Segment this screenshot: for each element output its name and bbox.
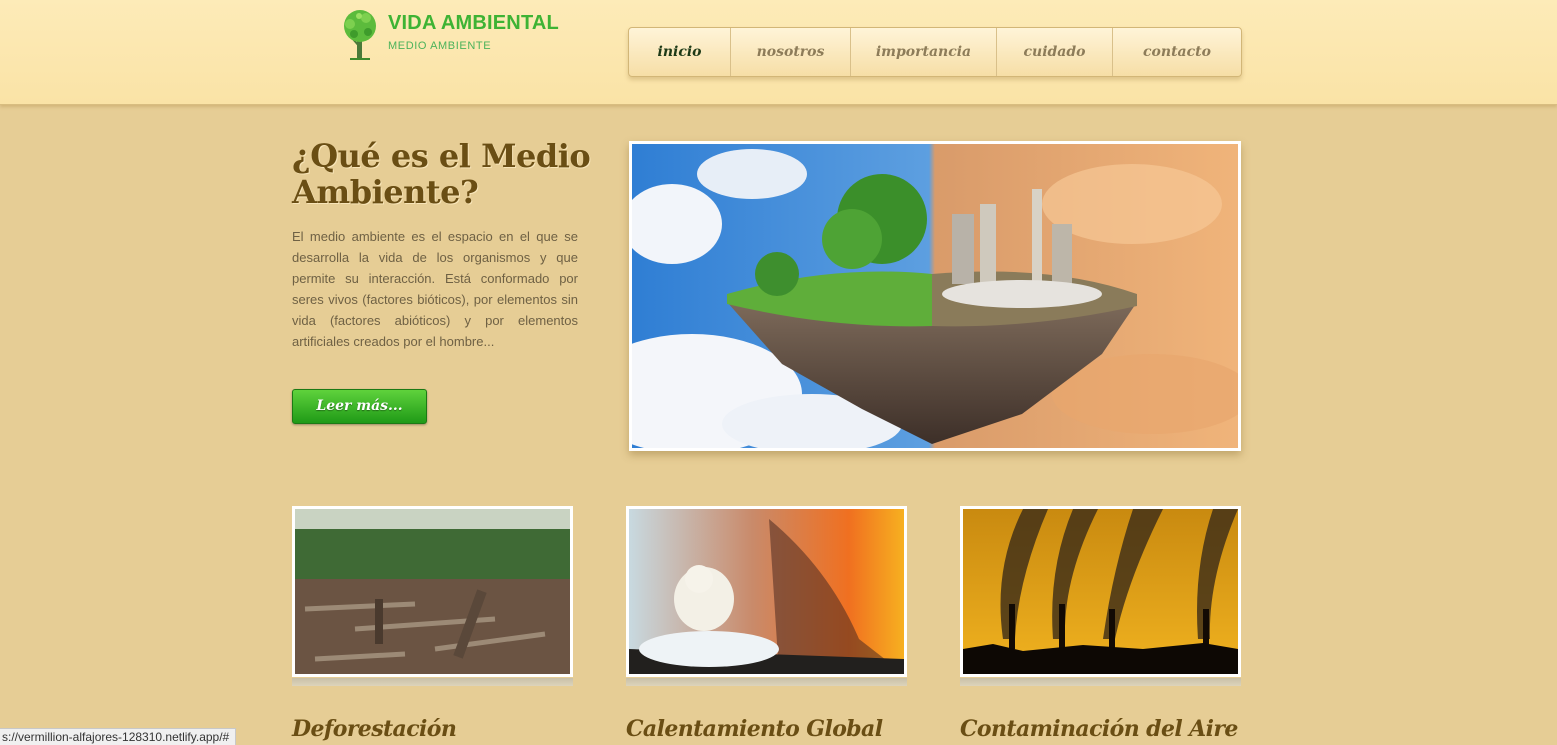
hero-description: El medio ambiente es el espacio en el qu… bbox=[292, 229, 578, 349]
read-more-button[interactable]: Leer más... bbox=[292, 389, 427, 424]
card-title-global-warming[interactable]: Calentamiento Global bbox=[626, 716, 946, 742]
factory-smoke-image[interactable] bbox=[960, 506, 1241, 677]
status-bar-url: s://vermillion-alfajores-128310.netlify.… bbox=[0, 728, 237, 745]
nav-item-importancia[interactable]: importancia bbox=[851, 28, 997, 76]
nav-item-contacto[interactable]: contacto bbox=[1113, 28, 1241, 76]
polar-bear-global-warming-image[interactable] bbox=[626, 506, 907, 677]
nav-item-nosotros[interactable]: nosotros bbox=[731, 28, 851, 76]
card-title-deforestation[interactable]: Deforestación bbox=[292, 716, 612, 742]
card-shadow bbox=[960, 678, 1241, 686]
tree-icon bbox=[344, 10, 376, 60]
brand-subtitle: MEDIO AMBIENTE bbox=[388, 40, 492, 52]
brand-title: VIDA AMBIENTAL bbox=[388, 12, 559, 34]
card-shadow bbox=[626, 678, 907, 686]
hero-image bbox=[629, 141, 1241, 451]
card-title-air-pollution[interactable]: Contaminación del Aire bbox=[960, 716, 1280, 742]
hero-title: ¿Qué es el Medio Ambiente? bbox=[292, 137, 591, 211]
card-shadow bbox=[292, 678, 573, 686]
logo[interactable]: VIDA AMBIENTAL MEDIO AMBIENTE bbox=[336, 8, 576, 64]
deforestation-image[interactable] bbox=[292, 506, 573, 677]
site-header: VIDA AMBIENTAL MEDIO AMBIENTE inicio nos… bbox=[0, 0, 1557, 105]
nav-item-inicio[interactable]: inicio bbox=[629, 28, 731, 76]
main-nav: inicio nosotros importancia cuidado cont… bbox=[628, 27, 1242, 77]
nav-item-cuidado[interactable]: cuidado bbox=[997, 28, 1113, 76]
